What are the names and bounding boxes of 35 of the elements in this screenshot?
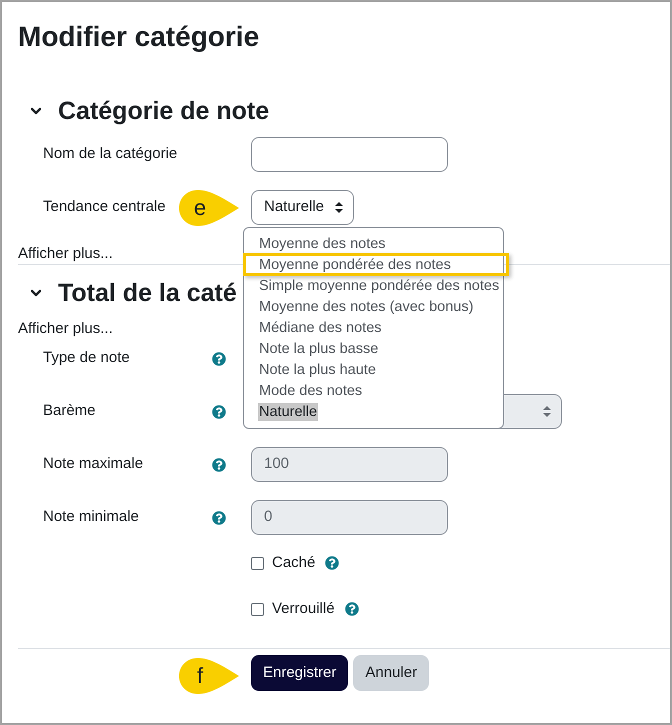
field-label: Tendance centrale <box>43 197 166 218</box>
field-label: Type de note <box>43 348 130 368</box>
checkbox-label[interactable]: Caché <box>272 552 316 574</box>
checkbox[interactable] <box>251 556 264 570</box>
dropdown-option[interactable]: Simple moyenne pondérée des notes <box>258 276 500 294</box>
cancel-button[interactable]: Annuler <box>353 655 430 691</box>
dropdown-option[interactable]: Médiane des notes <box>258 318 383 336</box>
field-label: Note minimale <box>43 507 139 528</box>
dropdown-option[interactable]: Naturelle <box>258 402 318 420</box>
dropdown-option[interactable]: Moyenne pondérée des notes <box>258 256 452 274</box>
dropdown-option[interactable]: Moyenne des notes (avec bonus) <box>258 298 474 316</box>
select-field[interactable]: Naturelle <box>251 190 354 225</box>
help-icon[interactable] <box>325 556 340 570</box>
field-label: Barème <box>43 401 96 422</box>
section-heading[interactable]: Total de la caté <box>58 278 237 308</box>
dropdown-option[interactable]: Moyenne des notes <box>258 234 387 252</box>
show-more-link[interactable]: Afficher plus... <box>18 242 113 266</box>
callout-badge: e <box>177 188 240 228</box>
callout-badge: f <box>177 656 240 696</box>
help-icon[interactable] <box>344 602 359 616</box>
save-button[interactable]: Enregistrer <box>251 655 348 691</box>
field-label: Note maximale <box>43 454 144 474</box>
text-field[interactable] <box>251 137 448 172</box>
dropdown-option[interactable]: Mode des notes <box>258 382 364 400</box>
dropdown-option[interactable]: Note la plus haute <box>258 360 377 378</box>
help-icon[interactable] <box>212 352 226 366</box>
sort-arrows-icon <box>335 202 343 213</box>
checkbox[interactable] <box>251 602 264 616</box>
dropdown-option[interactable]: Note la plus basse <box>258 340 380 358</box>
page-title: Modifier catégorie <box>18 22 260 52</box>
checkbox-label[interactable]: Verrouillé <box>272 598 335 620</box>
field-label: Nom de la catégorie <box>43 144 178 164</box>
section-heading[interactable]: Catégorie de note <box>58 96 270 126</box>
sort-arrows-icon <box>543 406 551 417</box>
show-more-link[interactable]: Afficher plus... <box>18 318 113 340</box>
